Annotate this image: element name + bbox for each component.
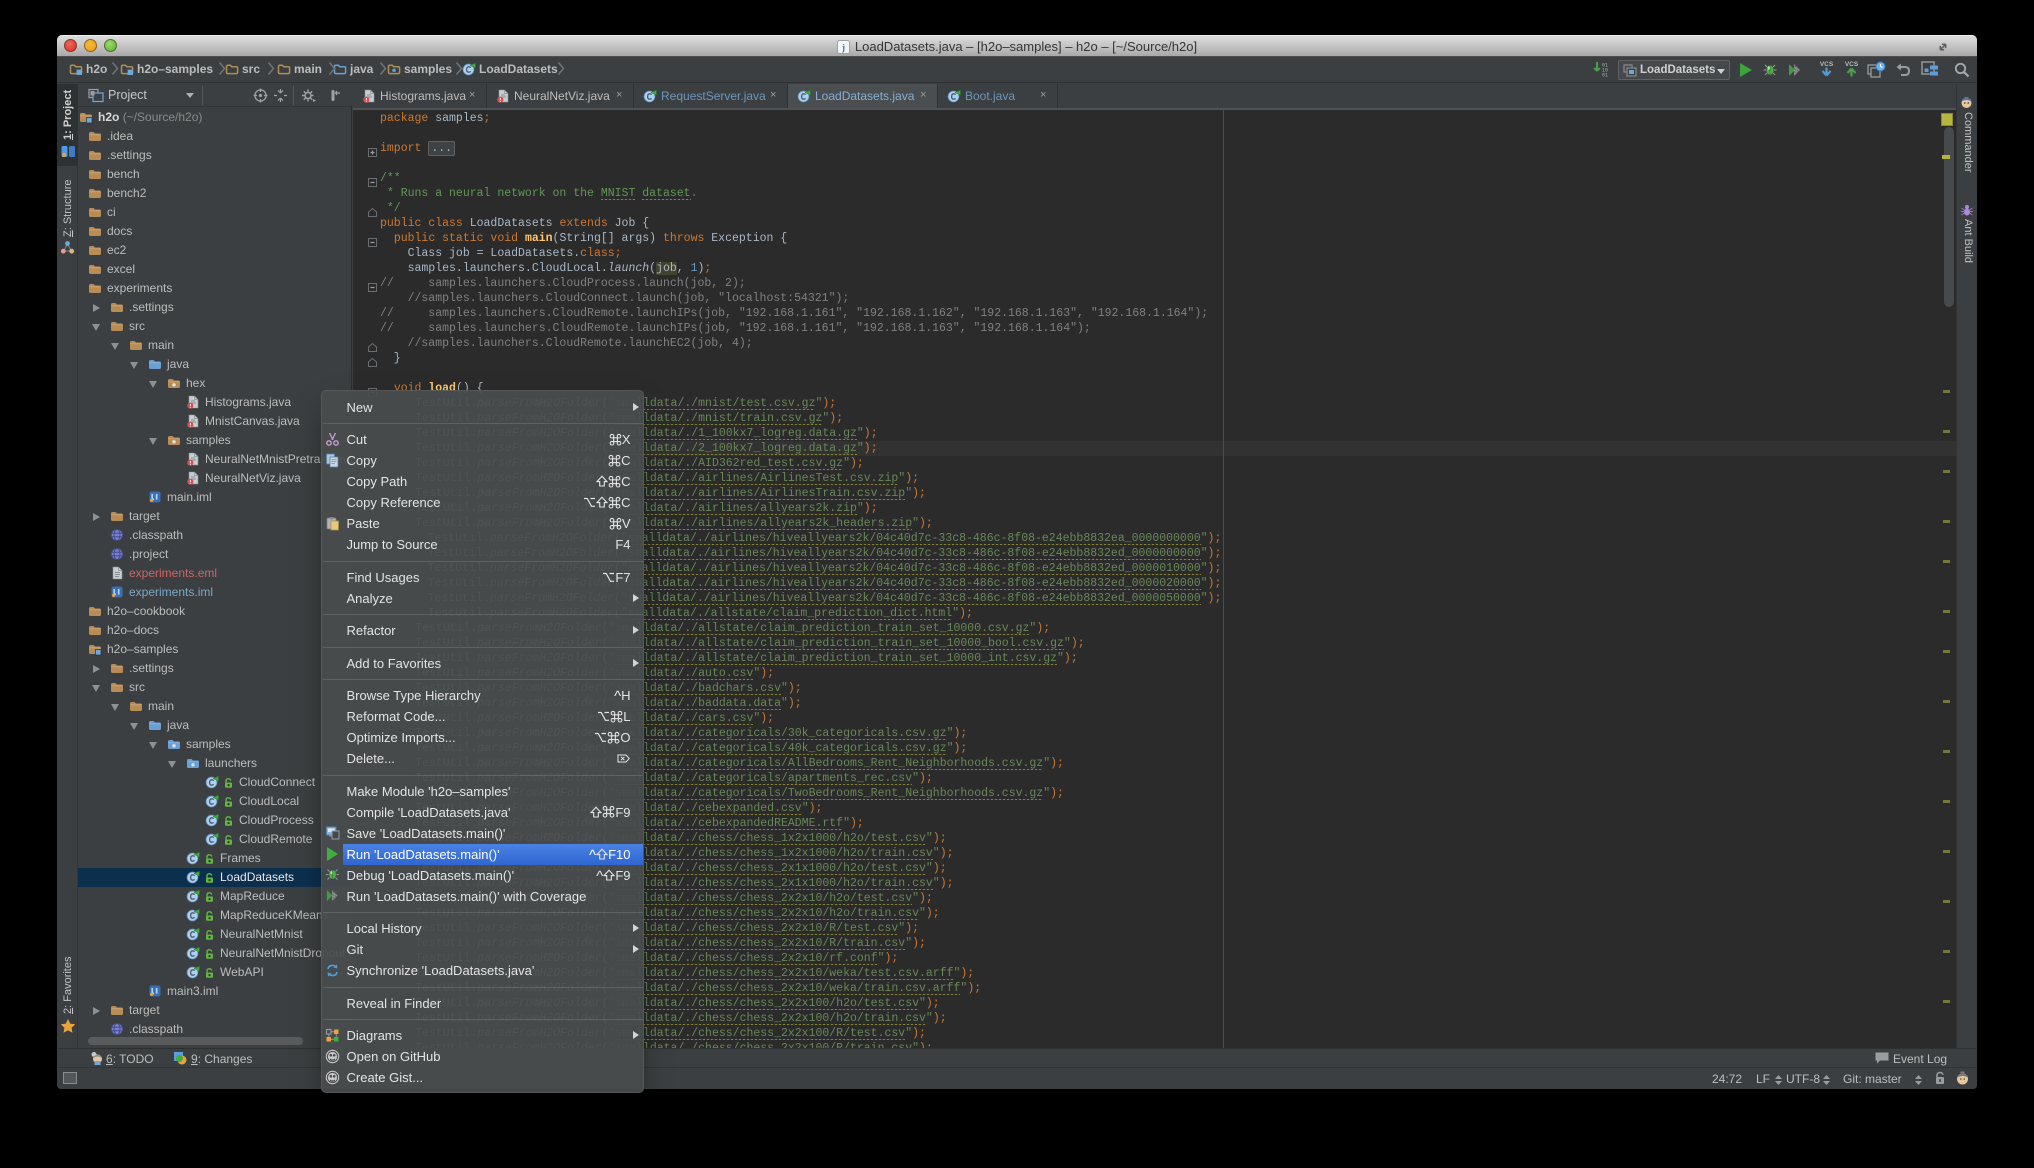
svg-text:VCS: VCS [1845, 61, 1859, 68]
svg-text:j: j [841, 43, 845, 53]
svg-text:01: 01 [1602, 73, 1608, 79]
svg-text:VCS: VCS [1820, 61, 1834, 68]
